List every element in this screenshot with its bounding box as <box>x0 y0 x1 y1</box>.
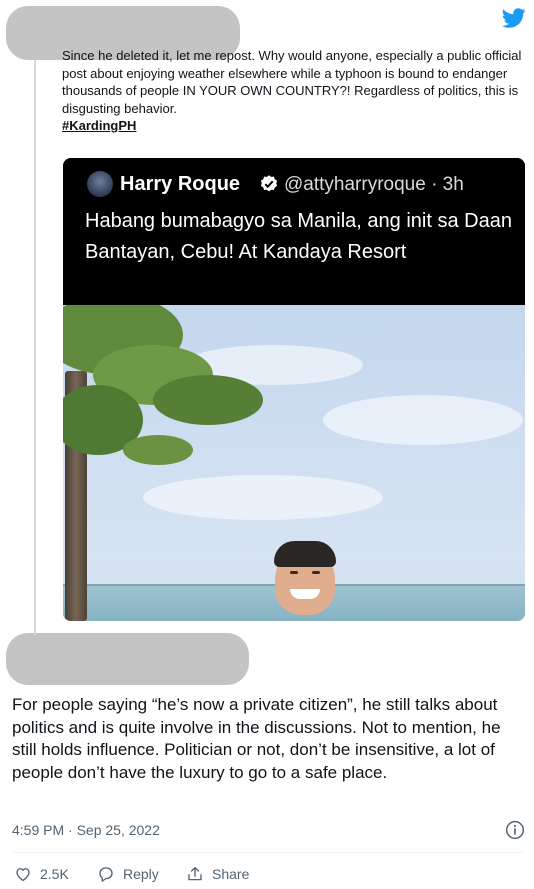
hashtag-link[interactable]: #KardingPH <box>62 117 528 135</box>
tweet-timestamp[interactable]: 4:59 PM · Sep 25, 2022 <box>12 822 160 838</box>
twitter-bird-icon <box>501 8 526 28</box>
embedded-tweet-text: Habang bumabagyo sa Manila, ang init sa … <box>85 210 512 263</box>
embedded-author-name: Harry Roque <box>120 173 241 195</box>
embedded-author-handle: @attyharryroque · 3h <box>284 174 464 195</box>
share-label: Share <box>212 866 250 882</box>
like-count: 2.5K <box>40 866 69 882</box>
share-icon <box>188 866 202 881</box>
beach-photo <box>63 305 525 621</box>
info-icon[interactable] <box>505 820 525 840</box>
heart-icon <box>16 868 30 882</box>
reply-bubble-icon <box>99 867 113 882</box>
verified-badge-icon <box>260 175 278 192</box>
parent-tweet-text: Since he deleted it, let me repost. Why … <box>62 47 528 135</box>
reply-button[interactable]: Reply <box>97 864 159 884</box>
person-in-photo <box>270 541 340 621</box>
share-button[interactable]: Share <box>186 864 249 884</box>
embedded-tweet-header: Harry Roque @attyharryroque · 3h Habang … <box>63 158 525 305</box>
redacted-reply-author-block <box>6 633 249 685</box>
parent-tweet-body: Since he deleted it, let me repost. Why … <box>62 48 522 116</box>
like-button[interactable]: 2.5K <box>14 864 69 884</box>
avatar <box>87 171 113 197</box>
divider <box>12 852 524 853</box>
embedded-tweet-image[interactable]: Harry Roque @attyharryroque · 3h Habang … <box>63 158 525 621</box>
thread-connector-line <box>34 60 36 635</box>
reply-tweet-text: For people saying “he’s now a private ci… <box>12 695 501 782</box>
reply-label: Reply <box>123 866 159 882</box>
